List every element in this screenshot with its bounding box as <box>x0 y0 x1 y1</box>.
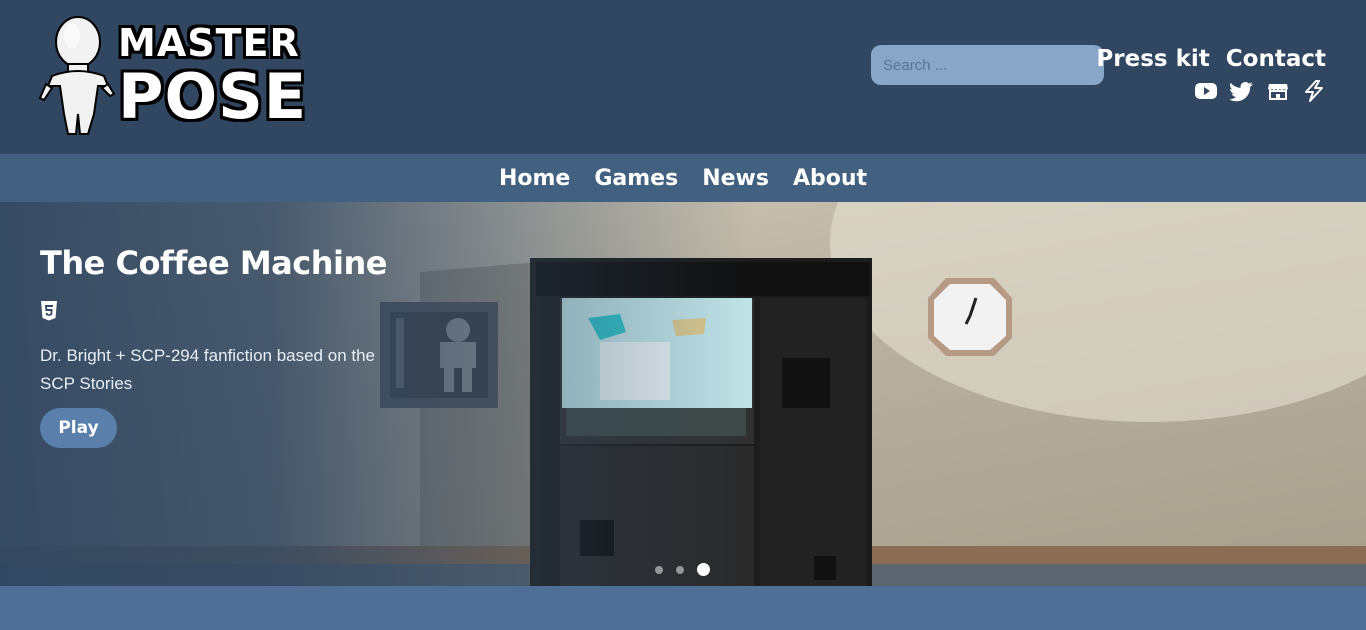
main-nav: Home Games News About <box>0 154 1366 202</box>
hero-title: The Coffee Machine <box>40 244 387 282</box>
content-band <box>0 586 1366 630</box>
twitter-icon[interactable] <box>1230 80 1254 102</box>
hero-carousel: The Coffee Machine Dr. Bright + SCP-294 … <box>0 202 1366 586</box>
site-logo[interactable]: MASTER POSE <box>38 14 306 140</box>
store-icon[interactable] <box>1266 80 1290 102</box>
search-input[interactable] <box>871 45 1104 85</box>
contact-link[interactable]: Contact <box>1226 46 1326 72</box>
site-header: MASTER POSE Press kit Contact <box>0 0 1366 154</box>
html5-icon <box>40 301 58 321</box>
press-kit-link[interactable]: Press kit <box>1096 46 1209 72</box>
nav-home[interactable]: Home <box>499 166 570 191</box>
carousel-dot-2[interactable] <box>676 565 684 574</box>
mannequin-icon <box>38 16 116 135</box>
lightning-icon[interactable] <box>1302 80 1326 102</box>
nav-news[interactable]: News <box>702 166 769 191</box>
nav-about[interactable]: About <box>793 166 867 191</box>
social-links <box>1194 80 1326 102</box>
carousel-dot-3[interactable] <box>697 563 710 576</box>
play-button[interactable]: Play <box>40 408 117 448</box>
logo-word-pose: POSE <box>118 60 308 133</box>
carousel-dot-1[interactable] <box>655 565 663 574</box>
logo-word-master: MASTER <box>118 21 300 65</box>
youtube-icon[interactable] <box>1194 80 1218 102</box>
top-links: Press kit Contact <box>1096 46 1326 72</box>
carousel-indicators <box>655 563 710 576</box>
nav-games[interactable]: Games <box>594 166 678 191</box>
hero-description: Dr. Bright + SCP-294 fanfiction based on… <box>40 346 376 393</box>
